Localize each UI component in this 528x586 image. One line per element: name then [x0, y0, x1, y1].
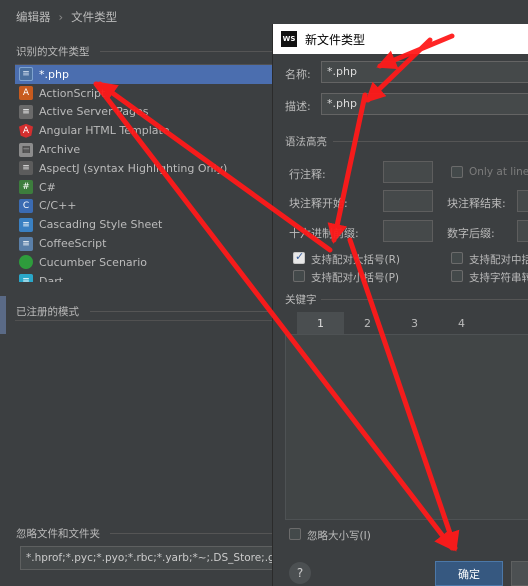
file-type-item[interactable]: A Angular HTML Template	[15, 121, 277, 140]
paired-parens-checkbox[interactable]	[293, 270, 305, 282]
file-type-icon: ≡	[19, 217, 33, 232]
file-type-item[interactable]: ≡ Dart	[15, 272, 277, 282]
cancel-button[interactable]	[511, 561, 528, 586]
section-divider	[333, 141, 528, 142]
file-type-item[interactable]: Cucumber Scenario	[15, 253, 277, 272]
file-type-icon: #	[19, 180, 33, 195]
file-type-label: C/C++	[39, 199, 77, 213]
ignore-case-label: 忽略大小写(I)	[307, 530, 371, 542]
file-type-label: CoffeeScript	[39, 237, 107, 251]
file-type-icon: ≡	[19, 236, 33, 251]
file-type-label: *.php	[39, 67, 69, 81]
block-comment-start-label: 块注释开始:	[289, 197, 348, 210]
syntax-highlight-label: 语法高亮	[285, 136, 327, 148]
line-comment-input[interactable]	[383, 161, 433, 183]
paired-braces-checkbox[interactable]	[293, 250, 305, 264]
file-type-item[interactable]: A ActionScript	[15, 84, 277, 103]
string-escapes-label: 支持字符串转	[469, 272, 528, 284]
number-postfix-label: 数字后缀:	[447, 227, 495, 240]
file-type-icon: ≡	[19, 67, 33, 82]
help-button[interactable]: ?	[289, 562, 311, 584]
webstorm-icon: WS	[281, 31, 297, 47]
string-escapes-checkbox[interactable]	[451, 270, 463, 282]
section-divider	[90, 311, 278, 312]
splitter-handle[interactable]	[0, 296, 6, 334]
file-type-label: C#	[39, 180, 56, 194]
file-type-icon: ▤	[19, 142, 33, 157]
file-type-item[interactable]: ≡ Active Server Pages	[15, 103, 277, 122]
dialog-titlebar[interactable]: WS 新文件类型	[273, 24, 528, 54]
breadcrumb-current: 文件类型	[71, 10, 118, 24]
keywords-label: 关键字	[285, 294, 317, 306]
paired-braces-label: 支持配对大括号(R)	[311, 254, 400, 266]
tab-1[interactable]: 1	[297, 312, 344, 334]
only-at-line-start-label: Only at line	[469, 166, 528, 178]
file-type-item[interactable]: ≡ AspectJ (syntax Highlighting Only)	[15, 159, 277, 178]
registered-patterns-label: 已注册的模式	[16, 306, 79, 318]
file-type-label: ActionScript	[39, 86, 106, 100]
file-type-label: Cucumber Scenario	[39, 255, 147, 269]
file-type-icon: ≡	[19, 274, 33, 282]
file-type-label: Dart	[39, 274, 64, 282]
breadcrumb-separator: ›	[58, 10, 64, 24]
section-divider	[321, 299, 528, 300]
tab-3[interactable]: 3	[391, 312, 438, 334]
keyword-tabs: 1 2 3 4	[297, 312, 528, 334]
hex-prefix-input[interactable]	[383, 220, 433, 242]
file-type-label: Active Server Pages	[39, 105, 149, 119]
section-divider	[110, 533, 278, 534]
paired-brackets-checkbox[interactable]	[451, 252, 463, 264]
breadcrumb: 编辑器 › 文件类型	[16, 9, 117, 25]
file-type-item[interactable]: ≡ *.php	[15, 65, 277, 84]
tab-4[interactable]: 4	[438, 312, 485, 334]
new-file-type-dialog: WS 新文件类型 名称: *.php 描述: *.php 语法高亮 行注释: O…	[272, 24, 528, 586]
only-at-line-start-checkbox[interactable]	[451, 166, 463, 178]
file-type-item[interactable]: ≡ Cascading Style Sheet	[15, 215, 277, 234]
number-postfix-input[interactable]	[517, 220, 528, 242]
file-type-icon: C	[19, 198, 33, 213]
keywords-list[interactable]	[285, 334, 528, 520]
hex-prefix-label: 十六进制前缀:	[289, 227, 359, 240]
file-type-icon: ≡	[19, 161, 33, 176]
file-type-label: Angular HTML Template	[39, 124, 170, 138]
recognized-types-label: 识别的文件类型	[16, 46, 90, 58]
registered-patterns-list[interactable]	[15, 320, 277, 518]
ok-button[interactable]: 确定	[435, 561, 503, 586]
file-type-icon: ≡	[19, 104, 33, 119]
ignore-files-input[interactable]: *.hprof;*.pyc;*.pyo;*.rbc;*.yarb;*~;.DS_…	[20, 546, 276, 570]
file-type-item[interactable]: ▤ Archive	[15, 140, 277, 159]
description-label: 描述:	[285, 100, 311, 113]
name-label: 名称:	[285, 68, 311, 81]
section-divider	[100, 51, 278, 52]
file-type-item[interactable]: C C/C++	[15, 197, 277, 216]
settings-panel: 编辑器 › 文件类型 识别的文件类型 ≡ *.php A ActionScript ≡ Act…	[0, 0, 280, 586]
block-comment-start-input[interactable]	[383, 190, 433, 212]
file-type-icon	[19, 255, 33, 270]
block-comment-end-label: 块注释结束:	[447, 197, 506, 210]
block-comment-end-input[interactable]	[517, 190, 528, 212]
file-type-label: AspectJ (syntax Highlighting Only)	[39, 161, 228, 175]
description-input[interactable]: *.php	[321, 93, 528, 115]
file-type-label: Archive	[39, 143, 81, 157]
paired-parens-label: 支持配对小括号(P)	[311, 272, 400, 284]
file-type-icon: A	[19, 123, 33, 138]
file-type-label: Cascading Style Sheet	[39, 218, 163, 232]
ignore-case-checkbox[interactable]	[289, 528, 301, 540]
tab-2[interactable]: 2	[344, 312, 391, 334]
file-type-list[interactable]: ≡ *.php A ActionScript ≡ Active Server Pages A…	[15, 64, 277, 282]
paired-brackets-label: 支持配对中括	[469, 254, 528, 266]
line-comment-label: 行注释:	[289, 168, 326, 181]
dialog-title: 新文件类型	[305, 32, 366, 47]
breadcrumb-parent[interactable]: 编辑器	[16, 10, 51, 24]
ignore-files-label: 忽略文件和文件夹	[16, 528, 100, 540]
file-type-item[interactable]: # C#	[15, 178, 277, 197]
file-type-item[interactable]: ≡ CoffeeScript	[15, 234, 277, 253]
name-input[interactable]: *.php	[321, 61, 528, 83]
file-type-icon: A	[19, 86, 33, 101]
